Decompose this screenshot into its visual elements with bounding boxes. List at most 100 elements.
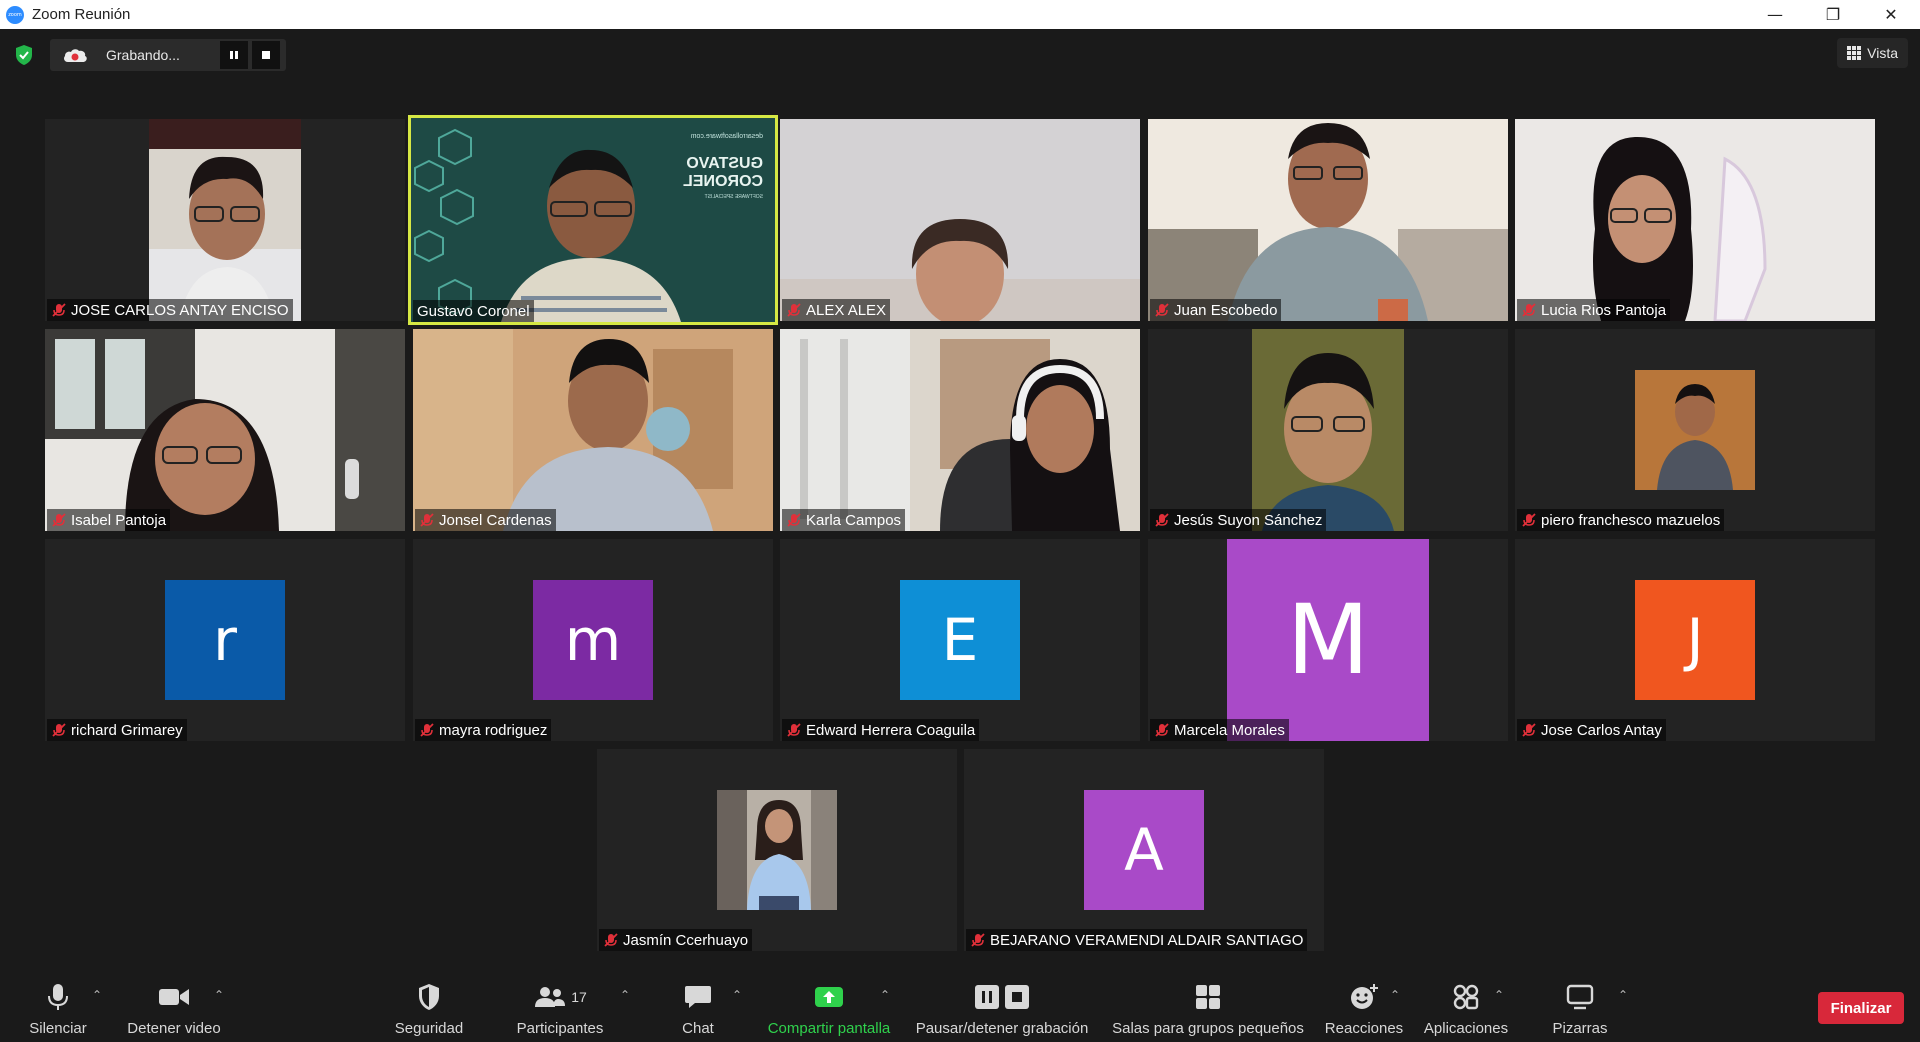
view-label: Vista xyxy=(1867,45,1898,61)
participant-profile-photo xyxy=(717,790,837,910)
share-screen-button[interactable]: Compartir pantalla xyxy=(764,982,894,1037)
participants-count: 17 xyxy=(571,989,587,1005)
participant-avatar: m xyxy=(533,580,653,700)
apps-options-chevron-up-icon[interactable]: ⌃ xyxy=(1494,988,1504,1002)
video-options-chevron-up-icon[interactable]: ⌃ xyxy=(214,988,224,1002)
participant-avatar: E xyxy=(900,580,1020,700)
mute-label: Silenciar xyxy=(29,1020,87,1037)
recording-indicator: Grabando... xyxy=(50,39,286,71)
share-options-chevron-up-icon[interactable]: ⌃ xyxy=(880,988,890,1002)
muted-mic-icon xyxy=(971,933,985,947)
record-label: Pausar/detener grabación xyxy=(915,1020,1089,1037)
stop-video-button[interactable]: Detener video xyxy=(122,982,226,1037)
view-button[interactable]: Vista xyxy=(1837,38,1908,68)
video-camera-icon xyxy=(159,989,189,1005)
apps-label: Aplicaciones xyxy=(1423,1020,1509,1037)
participant-name: Isabel Pantoja xyxy=(71,511,167,529)
muted-mic-icon xyxy=(1522,513,1536,527)
participant-name: mayra rodriguez xyxy=(439,721,548,739)
muted-mic-icon xyxy=(1155,303,1169,317)
participant-tile[interactable]: Jesús Suyon Sánchez xyxy=(1148,329,1508,531)
participant-video xyxy=(149,119,301,321)
participant-profile-photo xyxy=(1635,370,1755,490)
participant-tile[interactable]: J Jose Carlos Antay xyxy=(1515,539,1875,741)
minimize-button[interactable]: — xyxy=(1746,0,1804,29)
participants-options-chevron-up-icon[interactable]: ⌃ xyxy=(620,988,630,1002)
participants-icon xyxy=(535,987,566,1007)
meeting-toolbar: Silenciar ⌃ Detener video ⌃ Seguridad 17… xyxy=(0,974,1920,1042)
close-button[interactable]: ✕ xyxy=(1862,0,1920,29)
participant-video xyxy=(1252,329,1404,531)
participant-tile[interactable]: M Marcela Morales xyxy=(1148,539,1508,741)
participants-label: Participantes xyxy=(516,1020,604,1037)
participant-video xyxy=(780,329,1140,531)
muted-mic-icon xyxy=(1522,303,1536,317)
stop-icon xyxy=(262,51,270,59)
participant-tile[interactable]: E Edward Herrera Coaguila xyxy=(780,539,1140,741)
participant-tile[interactable]: Isabel Pantoja xyxy=(45,329,405,531)
participant-nameplate: Karla Campos xyxy=(782,509,906,531)
participant-nameplate: BEJARANO VERAMENDI ALDAIR SANTIAGO xyxy=(966,929,1308,951)
pause-icon xyxy=(230,51,238,59)
breakout-rooms-label: Salas para grupos pequeños xyxy=(1112,1020,1304,1037)
security-button[interactable]: Seguridad xyxy=(390,982,468,1037)
participant-tile[interactable]: piero franchesco mazuelos xyxy=(1515,329,1875,531)
restore-button[interactable]: ❐ xyxy=(1804,0,1862,29)
participant-tile[interactable]: r richard Grimarey xyxy=(45,539,405,741)
participant-nameplate: Jose Carlos Antay xyxy=(1517,719,1666,741)
audio-options-chevron-up-icon[interactable]: ⌃ xyxy=(92,988,102,1002)
participant-tile-active-speaker[interactable]: desarrollasoftware.com GUSTAVO CORONEL S… xyxy=(408,115,778,325)
participant-tile[interactable]: m mayra rodriguez xyxy=(413,539,773,741)
pause-recording-icon xyxy=(975,985,999,1009)
mute-button[interactable]: Silenciar xyxy=(22,982,94,1037)
muted-mic-icon xyxy=(52,513,66,527)
reactions-label: Reacciones xyxy=(1324,1020,1404,1037)
end-meeting-button[interactable]: Finalizar xyxy=(1818,992,1904,1024)
participant-tile[interactable]: Juan Escobedo xyxy=(1148,119,1508,321)
pause-recording-button[interactable] xyxy=(220,41,248,69)
participant-video xyxy=(45,329,405,531)
participant-video xyxy=(413,329,773,531)
muted-mic-icon xyxy=(1155,723,1169,737)
participant-name: Karla Campos xyxy=(806,511,902,529)
svg-text:GUSTAVO: GUSTAVO xyxy=(686,155,763,172)
stop-recording-button[interactable] xyxy=(252,41,280,69)
whiteboards-label: Pizarras xyxy=(1552,1020,1608,1037)
participant-name: JOSE CARLOS ANTAY ENCISO xyxy=(71,301,289,319)
muted-mic-icon xyxy=(787,513,801,527)
whiteboard-icon xyxy=(1566,984,1594,1010)
participant-name: piero franchesco mazuelos xyxy=(1541,511,1721,529)
chat-options-chevron-up-icon[interactable]: ⌃ xyxy=(732,988,742,1002)
participant-avatar: A xyxy=(1084,790,1204,910)
muted-mic-icon xyxy=(1522,723,1536,737)
cloud-recording-icon xyxy=(64,49,87,62)
participant-nameplate: JOSE CARLOS ANTAY ENCISO xyxy=(47,299,293,321)
participant-nameplate: ALEX ALEX xyxy=(782,299,891,321)
whiteboards-button[interactable]: Pizarras xyxy=(1540,982,1620,1037)
participant-tile[interactable]: A BEJARANO VERAMENDI ALDAIR SANTIAGO xyxy=(964,749,1324,951)
participant-nameplate: Jesús Suyon Sánchez xyxy=(1150,509,1327,531)
participant-tile[interactable]: Jasmín Ccerhuayo xyxy=(597,749,957,951)
participant-tile[interactable]: ALEX ALEX xyxy=(780,119,1140,321)
participants-button[interactable]: 17 Participantes xyxy=(514,982,606,1037)
breakout-rooms-button[interactable]: Salas para grupos pequeños xyxy=(1110,982,1306,1037)
participant-avatar: M xyxy=(1227,539,1429,741)
participant-nameplate: Lucia Rios Pantoja xyxy=(1517,299,1671,321)
participant-nameplate: Jonsel Cardenas xyxy=(415,509,556,531)
muted-mic-icon xyxy=(420,513,434,527)
participant-tile[interactable]: JOSE CARLOS ANTAY ENCISO xyxy=(45,119,405,321)
muted-mic-icon xyxy=(787,303,801,317)
participant-tile[interactable]: Lucia Rios Pantoja xyxy=(1515,119,1875,321)
participant-tile[interactable]: Karla Campos xyxy=(780,329,1140,531)
encryption-shield-icon[interactable] xyxy=(14,44,34,66)
participant-nameplate: richard Grimarey xyxy=(47,719,187,741)
whiteboards-options-chevron-up-icon[interactable]: ⌃ xyxy=(1618,988,1628,1002)
pause-stop-recording-button[interactable]: Pausar/detener grabación xyxy=(912,982,1092,1037)
participant-name: Marcela Morales xyxy=(1174,721,1285,739)
reactions-options-chevron-up-icon[interactable]: ⌃ xyxy=(1390,988,1400,1002)
chat-button[interactable]: Chat xyxy=(670,982,726,1037)
participant-tile[interactable]: Jonsel Cardenas xyxy=(413,329,773,531)
participant-name: BEJARANO VERAMENDI ALDAIR SANTIAGO xyxy=(990,931,1304,949)
svg-text:desarrollasoftware.com: desarrollasoftware.com xyxy=(690,133,763,140)
zoom-app-icon: zoom xyxy=(6,5,24,24)
